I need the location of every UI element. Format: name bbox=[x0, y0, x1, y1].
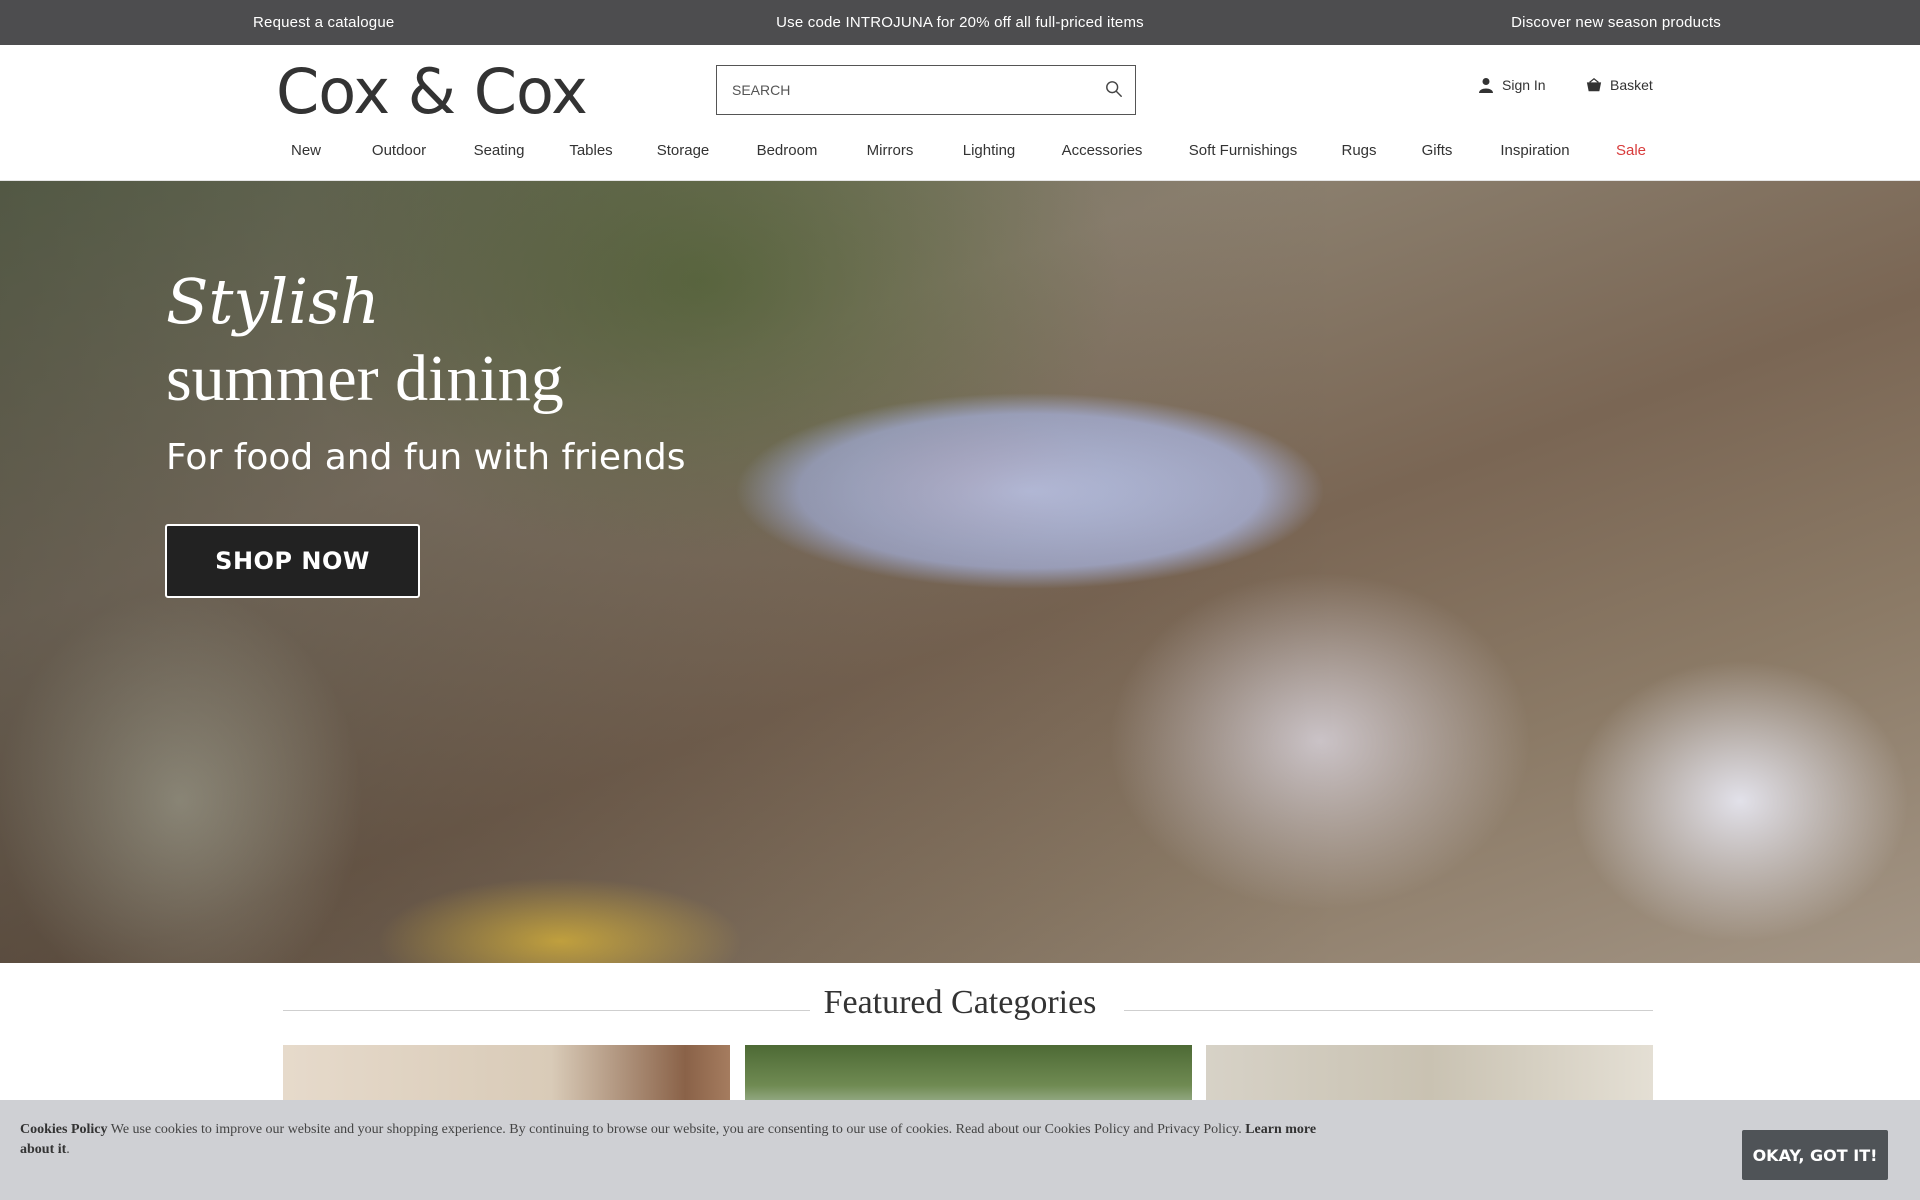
new-season-link[interactable]: Discover new season products bbox=[1511, 14, 1721, 31]
nav-item-accessories[interactable]: Accessories bbox=[1062, 142, 1143, 159]
nav-item-storage[interactable]: Storage bbox=[657, 142, 710, 159]
search-box bbox=[716, 65, 1136, 115]
nav-item-bedroom[interactable]: Bedroom bbox=[757, 142, 818, 159]
user-icon bbox=[1479, 78, 1493, 93]
nav-item-soft-furnishings[interactable]: Soft Furnishings bbox=[1189, 142, 1297, 159]
search-input[interactable] bbox=[717, 66, 1087, 114]
cookie-body: We use cookies to improve our website an… bbox=[110, 1122, 1242, 1137]
hero-subtitle: For food and fun with friends bbox=[166, 437, 686, 478]
cookie-period: . bbox=[66, 1142, 70, 1157]
accept-cookies-button[interactable]: OKAY, GOT IT! bbox=[1742, 1130, 1888, 1180]
featured-categories-title: Featured Categories bbox=[823, 984, 1097, 1021]
nav-item-new[interactable]: New bbox=[291, 142, 321, 159]
basket-link[interactable]: Basket bbox=[1586, 77, 1653, 93]
nav-item-seating[interactable]: Seating bbox=[474, 142, 525, 159]
nav-item-rugs[interactable]: Rugs bbox=[1341, 142, 1376, 159]
nav-item-tables[interactable]: Tables bbox=[569, 142, 612, 159]
shop-now-button[interactable]: SHOP NOW bbox=[165, 524, 420, 598]
cookie-message: Cookies Policy We use cookies to improve… bbox=[20, 1120, 1340, 1160]
site-header: Cox & Cox Sign In Basket New Outdoor Sea… bbox=[0, 45, 1920, 181]
nav-item-inspiration[interactable]: Inspiration bbox=[1500, 142, 1569, 159]
hero-title-stylish: Stylish bbox=[166, 265, 380, 338]
sign-in-label: Sign In bbox=[1502, 77, 1546, 93]
hero-title-summer-dining: summer dining bbox=[166, 342, 564, 415]
cookie-heading: Cookies Policy bbox=[20, 1122, 108, 1137]
cookie-banner: Cookies Policy We use cookies to improve… bbox=[0, 1100, 1920, 1200]
basket-label: Basket bbox=[1610, 77, 1653, 93]
nav-item-gifts[interactable]: Gifts bbox=[1422, 142, 1453, 159]
nav-item-outdoor[interactable]: Outdoor bbox=[372, 142, 426, 159]
sign-in-link[interactable]: Sign In bbox=[1478, 77, 1546, 93]
main-navigation: New Outdoor Seating Tables Storage Bedro… bbox=[0, 142, 1920, 176]
cox-and-cox-logo[interactable]: Cox & Cox bbox=[276, 55, 588, 128]
nav-item-lighting[interactable]: Lighting bbox=[963, 142, 1016, 159]
hero-banner[interactable]: Stylish summer dining For food and fun w… bbox=[0, 181, 1920, 963]
nav-item-mirrors[interactable]: Mirrors bbox=[867, 142, 914, 159]
promo-bar: Request a catalogue Use code INTROJUNA f… bbox=[0, 0, 1920, 45]
basket-icon bbox=[1586, 77, 1602, 92]
search-icon[interactable] bbox=[1105, 80, 1123, 98]
nav-item-sale[interactable]: Sale bbox=[1616, 142, 1646, 159]
